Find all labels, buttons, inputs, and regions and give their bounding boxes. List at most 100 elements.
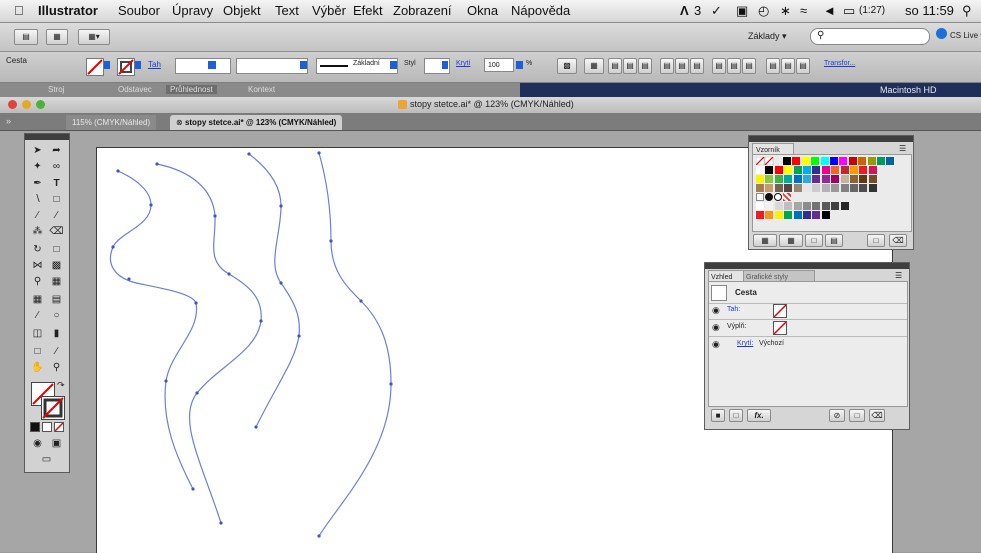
clear-appearance-button[interactable]: ⊘ (829, 409, 845, 422)
pen-tool-icon[interactable]: ✒ (29, 176, 46, 191)
align-bottom-button[interactable]: ▤ (690, 58, 704, 74)
swatch[interactable] (793, 175, 802, 183)
bridge-button[interactable]: ▤ (14, 29, 38, 45)
distribute-center-button[interactable]: ▤ (781, 58, 795, 74)
workspace-switcher[interactable]: Základy ▾ (748, 31, 787, 42)
apple-icon[interactable]:  (14, 3, 24, 18)
menu-text[interactable]: Text (275, 3, 299, 18)
swatch[interactable] (784, 166, 793, 174)
add-effect-button[interactable]: fx. (747, 409, 771, 422)
menu-efekt[interactable]: Efekt (353, 3, 383, 18)
draw-inside-icon[interactable]: ▣ (48, 436, 65, 451)
zoom-window-button[interactable] (36, 100, 45, 109)
distribute-bottom-button[interactable]: ▤ (742, 58, 756, 74)
select-similar-button[interactable]: ▦ (584, 58, 604, 74)
opacity-visibility-icon[interactable]: ◉ (712, 339, 720, 350)
menu-zobrazeni[interactable]: Zobrazení (393, 3, 452, 18)
swatch[interactable] (831, 202, 840, 210)
stroke-indicator[interactable] (41, 396, 65, 420)
time-machine-icon[interactable]: ◴ (758, 3, 769, 19)
swatch[interactable] (784, 202, 793, 210)
minimize-window-button[interactable] (22, 100, 31, 109)
opacity-input[interactable]: 100 (484, 58, 514, 72)
swatch[interactable] (756, 166, 764, 174)
swatch[interactable] (765, 175, 774, 183)
swatch[interactable] (820, 157, 829, 165)
variable-width-profile[interactable] (236, 58, 308, 74)
fill-visibility-icon[interactable]: ◉ (712, 322, 720, 333)
artboard-tool-icon[interactable]: □ (29, 344, 46, 359)
perspective-grid-tool-icon[interactable]: ▦ (48, 274, 65, 289)
swatch[interactable] (803, 202, 811, 210)
swatch[interactable] (831, 175, 840, 183)
opacity-link[interactable]: Krytí (456, 60, 470, 67)
menu-upravy[interactable]: Úpravy (172, 3, 213, 18)
swatch[interactable] (793, 202, 802, 210)
swatch[interactable] (850, 184, 858, 192)
swatch[interactable] (774, 166, 783, 174)
swatch[interactable] (821, 184, 830, 192)
cs-live-menu[interactable]: CS Live ▾ (950, 31, 981, 40)
swatch[interactable] (793, 211, 802, 219)
fill-row-swatch[interactable] (773, 321, 787, 335)
swatch[interactable] (774, 202, 783, 210)
swatch-libraries-button[interactable]: ▦ (753, 234, 777, 247)
stroke-row-swatch[interactable] (773, 304, 787, 318)
swatch[interactable] (859, 166, 868, 174)
sync-icon[interactable]: ✓ (711, 3, 722, 19)
stroke-weight-dropdown[interactable] (208, 61, 216, 69)
swatch[interactable] (792, 157, 801, 165)
slice-tool-icon[interactable]: ∕ (48, 344, 65, 359)
stroke-visibility-icon[interactable]: ◉ (712, 305, 720, 316)
menu-app-name[interactable]: Illustrator (38, 3, 98, 18)
type-tool-icon[interactable]: T (48, 176, 65, 191)
swatch[interactable] (756, 202, 764, 210)
swatch[interactable] (821, 211, 830, 219)
swatch[interactable] (840, 175, 849, 183)
rectangle-tool-icon[interactable]: □ (48, 192, 65, 207)
appearance-panel-header[interactable] (705, 263, 909, 269)
menu-okna[interactable]: Okna (467, 3, 498, 18)
symbol-sprayer-tool-icon[interactable]: ◫ (29, 326, 46, 341)
swatch[interactable] (812, 166, 821, 174)
menu-soubor[interactable]: Soubor (118, 3, 160, 18)
magic-wand-tool-icon[interactable]: ✦ (29, 159, 46, 174)
swatch[interactable] (812, 175, 821, 183)
stroke-row-label[interactable]: Tah: (727, 306, 740, 313)
hand-tool-icon[interactable]: ✋ (29, 360, 46, 375)
swatch[interactable] (840, 166, 849, 174)
swatch[interactable] (821, 202, 830, 210)
draw-mode-icon[interactable]: ◉ (29, 436, 46, 451)
color-mode-button[interactable] (30, 422, 40, 432)
align-center-button[interactable]: ▤ (623, 58, 637, 74)
stroke-dropdown-arrow[interactable] (135, 61, 141, 69)
swatch[interactable] (850, 166, 858, 174)
swatch[interactable] (812, 202, 821, 210)
swatch[interactable] (774, 211, 783, 219)
tab-document-1[interactable]: 115% (CMYK/Náhled) (66, 115, 157, 130)
swatch[interactable] (859, 184, 868, 192)
swatch[interactable] (801, 157, 810, 165)
swatch[interactable] (868, 175, 877, 183)
align-middle-button[interactable]: ▤ (675, 58, 689, 74)
blend-tool-icon[interactable]: ○ (48, 308, 65, 323)
swatch[interactable] (812, 211, 821, 219)
wifi-icon[interactable]: ≈ (800, 3, 807, 18)
stroke-panel-link[interactable]: Tah (148, 60, 161, 69)
duplicate-item-button[interactable]: □ (849, 409, 865, 422)
swatches-panel-header[interactable] (749, 136, 913, 142)
screen-mode-icon[interactable]: ▭ (38, 452, 55, 467)
gradient-mode-button[interactable] (42, 422, 52, 432)
swatch-options-button[interactable]: □ (805, 234, 823, 247)
tab-appearance[interactable]: Vzhled (708, 270, 744, 281)
column-graph-tool-icon[interactable]: ▮ (48, 326, 65, 341)
fill-dropdown-arrow[interactable] (104, 61, 110, 69)
swatch[interactable] (783, 193, 791, 201)
swatch[interactable] (774, 184, 783, 192)
profile-dropdown[interactable] (300, 61, 307, 69)
desktop-disk-label[interactable]: Macintosh HD (880, 85, 937, 95)
none-swatch-icon[interactable] (756, 157, 780, 165)
close-window-button[interactable] (8, 100, 17, 109)
swatch[interactable] (765, 166, 774, 174)
swatch[interactable] (877, 157, 885, 165)
